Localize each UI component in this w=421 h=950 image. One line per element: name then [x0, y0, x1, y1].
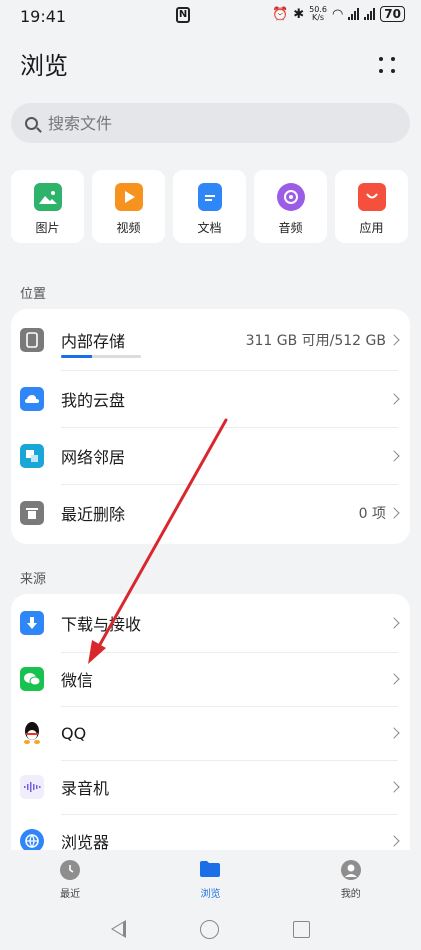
battery-icon: 70 [380, 6, 405, 22]
page-title: 浏览 [20, 52, 68, 80]
image-icon [33, 183, 62, 211]
wifi-icon: ◠ [331, 6, 344, 22]
network-icon [20, 443, 44, 468]
category-row: 图片 视频 文档 音频 应用 [11, 170, 421, 243]
audio-icon [276, 183, 305, 211]
recorder-icon [20, 775, 44, 799]
category-audio[interactable]: 音频 [254, 170, 327, 243]
category-documents[interactable]: 文档 [173, 170, 246, 243]
storage-value: 311 GB 可用/512 GB [245, 332, 386, 349]
nav-mine[interactable]: 我的 [281, 850, 421, 908]
chevron-right-icon [388, 617, 400, 629]
nav-label: 我的 [340, 889, 361, 900]
location-internal-storage[interactable]: 内部存储 311 GB 可用/512 GB [11, 309, 410, 370]
network-speed-unit: K/s [311, 13, 325, 22]
source-browser[interactable]: 浏览器 [11, 814, 410, 850]
document-icon [197, 183, 222, 211]
alarm-icon: ⏰ [272, 6, 289, 22]
qq-icon [20, 721, 44, 745]
status-bar: 19:41 N ⏰ ✱ 50.6 K/s ◠ 70 [0, 0, 421, 32]
status-time: 19:41 [20, 6, 67, 26]
category-images[interactable]: 图片 [11, 170, 84, 243]
source-downloads[interactable]: 下载与接收 [11, 594, 410, 652]
category-label: 应用 [359, 221, 384, 235]
row-label: 浏览器 [61, 833, 110, 850]
nav-label: 最近 [60, 889, 81, 900]
signal-icon [348, 8, 360, 20]
network-speed: 50.6 K/s [309, 6, 327, 22]
row-label: QQ [61, 723, 87, 743]
category-label: 音频 [278, 221, 303, 235]
chevron-right-icon [388, 835, 400, 847]
source-wechat[interactable]: 微信 [11, 652, 410, 706]
section-label-sources: 来源 [20, 572, 47, 587]
cloud-icon [20, 386, 44, 411]
nav-label: 浏览 [200, 889, 221, 900]
category-apps[interactable]: 应用 [335, 170, 408, 243]
nav-browse[interactable]: 浏览 [140, 850, 280, 908]
search-bar[interactable] [11, 103, 410, 143]
row-label: 网络邻居 [61, 447, 126, 467]
row-label: 内部存储 [61, 331, 126, 351]
location-cloud-drive[interactable]: 我的云盘 [11, 370, 410, 427]
chevron-right-icon [388, 449, 400, 462]
sources-card: 下载与接收 微信 QQ 录音机 浏览器 [11, 594, 410, 850]
source-qq[interactable]: QQ [11, 706, 410, 760]
chevron-right-icon [388, 506, 400, 519]
category-label: 视频 [116, 221, 141, 235]
phone-icon [20, 327, 44, 352]
search-icon [25, 116, 38, 130]
locations-card: 内部存储 311 GB 可用/512 GB 我的云盘 网络邻居 最近删除 0 项 [11, 309, 410, 544]
row-label: 我的云盘 [61, 390, 126, 410]
more-options-icon[interactable] [376, 54, 400, 78]
status-indicators: ⏰ ✱ 50.6 K/s ◠ 70 [272, 6, 405, 22]
bluetooth-icon: ✱ [293, 6, 305, 22]
chevron-right-icon [388, 333, 400, 346]
profile-icon [340, 860, 361, 880]
download-icon [20, 611, 44, 635]
row-label: 录音机 [61, 779, 110, 798]
signal-icon [364, 8, 376, 20]
search-input[interactable] [48, 113, 368, 133]
back-icon[interactable] [111, 920, 126, 938]
clock-icon [60, 860, 81, 880]
storage-usage-bar [61, 355, 141, 358]
video-icon [114, 183, 143, 211]
bottom-navigation: 最近 浏览 我的 [0, 850, 421, 908]
nfc-icon: N [176, 7, 190, 23]
category-videos[interactable]: 视频 [92, 170, 165, 243]
row-label: 最近删除 [61, 504, 126, 524]
category-label: 图片 [35, 221, 60, 235]
system-navigation-bar [0, 908, 421, 950]
location-network-neighborhood[interactable]: 网络邻居 [11, 427, 410, 484]
browser-icon [20, 829, 44, 850]
deleted-count: 0 项 [358, 505, 386, 522]
category-label: 文档 [197, 221, 222, 235]
header: 浏览 [20, 50, 400, 82]
section-label-locations: 位置 [20, 287, 47, 302]
location-recently-deleted[interactable]: 最近删除 0 项 [11, 484, 410, 541]
chevron-right-icon [388, 727, 400, 739]
app-store-icon [357, 183, 386, 211]
recent-apps-icon[interactable] [293, 920, 310, 938]
trash-icon [20, 500, 44, 525]
nav-recent[interactable]: 最近 [0, 850, 140, 908]
row-label: 微信 [61, 671, 94, 690]
chevron-right-icon [388, 392, 400, 405]
chevron-right-icon [388, 673, 400, 685]
home-icon[interactable] [200, 919, 219, 939]
storage-usage-fill [61, 355, 93, 358]
folder-icon [199, 860, 221, 880]
chevron-right-icon [388, 781, 400, 793]
wechat-icon [20, 667, 44, 691]
row-label: 下载与接收 [61, 615, 142, 634]
source-recorder[interactable]: 录音机 [11, 760, 410, 814]
